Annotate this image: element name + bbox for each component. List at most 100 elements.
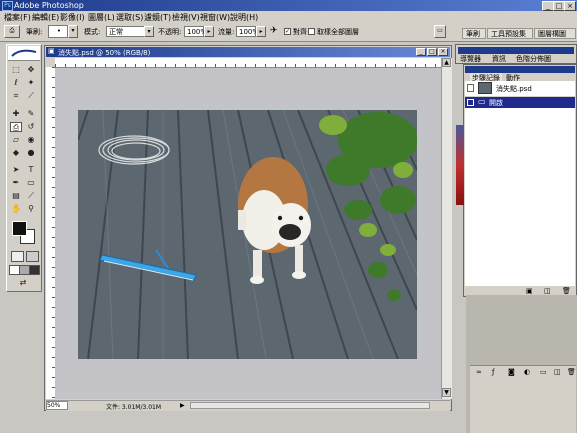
- mode-label: 模式:: [84, 28, 101, 36]
- scroll-down-arrow-icon[interactable]: ▼: [442, 388, 451, 397]
- pen-tool-icon[interactable]: ✒: [10, 178, 22, 188]
- scroll-up-arrow-icon[interactable]: ▲: [442, 58, 451, 67]
- move-tool-icon[interactable]: ✥: [25, 65, 37, 75]
- history-snapshot-row[interactable]: 消失點.psd: [465, 81, 575, 96]
- history-brush-tool-icon[interactable]: ↺: [25, 122, 37, 132]
- delete-layer-icon[interactable]: 🗑: [567, 368, 576, 376]
- crop-tool-icon[interactable]: ⌗: [10, 91, 22, 101]
- mode-dropdown-icon[interactable]: ▾: [144, 26, 154, 37]
- foreground-color-swatch[interactable]: [12, 221, 27, 236]
- layers-panel-footer: ∞ ƒ ◙ ◐ ▭ ◫ 🗑: [470, 365, 576, 380]
- standard-mode-icon[interactable]: [11, 251, 24, 262]
- history-list-area: [465, 108, 575, 286]
- sample-all-layers-checkbox[interactable]: [308, 28, 315, 35]
- dodge-tool-icon[interactable]: ●: [25, 148, 37, 158]
- opacity-slider-icon[interactable]: ▸: [204, 26, 214, 37]
- zoom-field[interactable]: 50%: [46, 401, 68, 410]
- delete-state-icon[interactable]: 🗑: [562, 287, 571, 295]
- layer-mask-icon[interactable]: ◙: [508, 368, 515, 376]
- tab-navigator[interactable]: 導覽器: [460, 54, 481, 64]
- tab-brushes[interactable]: 筆刷: [462, 28, 486, 39]
- document-minimize-button[interactable]: _: [416, 48, 426, 56]
- layers-panel-edge: [456, 125, 464, 205]
- palette-well: 筆刷 工具預設集 圖層構圖: [462, 28, 577, 40]
- toolbox: ⬚ ✥ ℓ ✦ ⌗ ⟋ ✚ ✎ ⎙ ↺ ▱ ◉ ◆ ● ➤ T ✒ ▭ ▤ ⟋ …: [6, 44, 42, 292]
- quick-mask-mode-icon[interactable]: [26, 251, 39, 262]
- vertical-scrollbar[interactable]: ▲ ▼: [441, 58, 452, 399]
- tab-layer-comps[interactable]: 圖層構圖: [534, 28, 576, 39]
- brush-dropdown-icon[interactable]: ▾: [68, 25, 78, 38]
- photoshop-app-icon: Ps: [2, 1, 13, 11]
- horizontal-ruler[interactable]: [55, 58, 441, 68]
- document-window: ▣ 消失點.psd @ 50% (RGB/8) _ □ × ▲ ▼ 50% 文件…: [44, 45, 452, 411]
- document-maximize-button[interactable]: □: [427, 48, 437, 56]
- shape-tool-icon[interactable]: ▭: [25, 178, 37, 188]
- history-panel: 步驟記錄 動作 消失點.psd ▭ 開啟 ▣ ◫ 🗑: [456, 64, 577, 297]
- airbrush-icon[interactable]: ✈: [270, 26, 278, 36]
- document-icon: ▣: [48, 47, 55, 55]
- document-file-info: 文件: 3.01M/3.01M: [106, 404, 162, 411]
- clone-stamp-tool-icon[interactable]: ⎙: [10, 122, 22, 132]
- document-status-bar: 50% 文件: 3.01M/3.01M ▶: [46, 400, 450, 411]
- paint-bucket-tool-icon[interactable]: ◉: [25, 135, 37, 145]
- slice-tool-icon[interactable]: ⟋: [25, 91, 37, 101]
- magic-wand-tool-icon[interactable]: ✦: [25, 78, 37, 88]
- blur-tool-icon[interactable]: ◆: [10, 148, 22, 158]
- aligned-label: 對齊: [293, 28, 307, 36]
- aligned-checkbox[interactable]: ✓: [284, 28, 291, 35]
- close-button[interactable]: ×: [564, 1, 576, 11]
- opacity-field[interactable]: 100%: [184, 26, 207, 37]
- document-close-button[interactable]: ×: [438, 48, 448, 56]
- healing-brush-tool-icon[interactable]: ✚: [10, 109, 22, 119]
- eraser-tool-icon[interactable]: ▱: [10, 135, 22, 145]
- history-item-open[interactable]: ▭ 開啟: [465, 97, 575, 108]
- photo-bulldog-on-deck[interactable]: [78, 110, 417, 359]
- navigator-title-strip: [458, 47, 574, 54]
- navigator-panel: 導覽器 資訊 色階分佈圖: [455, 44, 577, 64]
- type-tool-icon[interactable]: T: [25, 165, 37, 175]
- full-screen-mode-icon[interactable]: [29, 265, 40, 275]
- snapshot-thumbnail: [478, 82, 492, 94]
- adobe-online-icon[interactable]: [8, 46, 40, 61]
- brush-picker[interactable]: •: [48, 25, 68, 38]
- flow-field[interactable]: 100%: [236, 26, 259, 37]
- new-layer-icon[interactable]: ◫: [554, 368, 561, 376]
- lower-panel-area: [470, 379, 576, 433]
- new-document-from-state-icon[interactable]: ▣: [526, 287, 533, 295]
- flow-slider-icon[interactable]: ▸: [256, 26, 266, 37]
- history-item-label: 開啟: [489, 99, 503, 107]
- layer-style-icon[interactable]: ƒ: [492, 368, 494, 376]
- zoom-tool-icon[interactable]: ⚲: [25, 204, 37, 214]
- link-layers-icon[interactable]: ∞: [476, 368, 482, 376]
- tab-tool-presets[interactable]: 工具預設集: [487, 28, 533, 39]
- horizontal-scrollbar[interactable]: [190, 402, 430, 409]
- history-source-box[interactable]: [467, 99, 474, 106]
- lasso-tool-icon[interactable]: ℓ: [10, 78, 22, 88]
- brush-tool-icon[interactable]: ✎: [25, 109, 37, 119]
- tab-histogram[interactable]: 色階分佈圖: [516, 54, 551, 64]
- snapshot-label: 消失點.psd: [496, 85, 532, 93]
- clone-stamp-tool-preset-icon[interactable]: ⎙: [4, 25, 20, 38]
- jump-to-imageready-icon[interactable]: ⇄: [17, 278, 29, 288]
- sample-all-layers-label: 取樣全部圖層: [317, 28, 359, 36]
- document-title-bar: ▣ 消失點.psd @ 50% (RGB/8) _ □ ×: [46, 47, 450, 57]
- history-title-strip: [465, 66, 575, 73]
- app-title-bar: Ps Adobe Photoshop _ □ ×: [0, 0, 577, 11]
- marquee-tool-icon[interactable]: ⬚: [10, 65, 22, 75]
- notes-tool-icon[interactable]: ▤: [10, 191, 22, 201]
- hand-tool-icon[interactable]: ✋: [10, 204, 22, 214]
- brush-label: 筆刷:: [26, 28, 43, 36]
- adjustment-layer-icon[interactable]: ◐: [524, 368, 530, 376]
- eyedropper-tool-icon[interactable]: ⟋: [25, 191, 37, 201]
- app-title: Adobe Photoshop: [14, 1, 84, 10]
- history-source-box[interactable]: [467, 84, 474, 92]
- canvas-area[interactable]: [55, 68, 441, 399]
- tab-info[interactable]: 資訊: [492, 54, 506, 64]
- new-snapshot-icon[interactable]: ◫: [544, 287, 551, 295]
- new-group-icon[interactable]: ▭: [540, 368, 547, 376]
- document-title: 消失點.psd @ 50% (RGB/8): [58, 49, 151, 57]
- path-selection-tool-icon[interactable]: ➤: [10, 165, 22, 175]
- opacity-label: 不透明:: [158, 28, 182, 36]
- file-browser-icon[interactable]: ▭: [434, 25, 446, 38]
- status-menu-arrow-icon[interactable]: ▶: [180, 402, 185, 409]
